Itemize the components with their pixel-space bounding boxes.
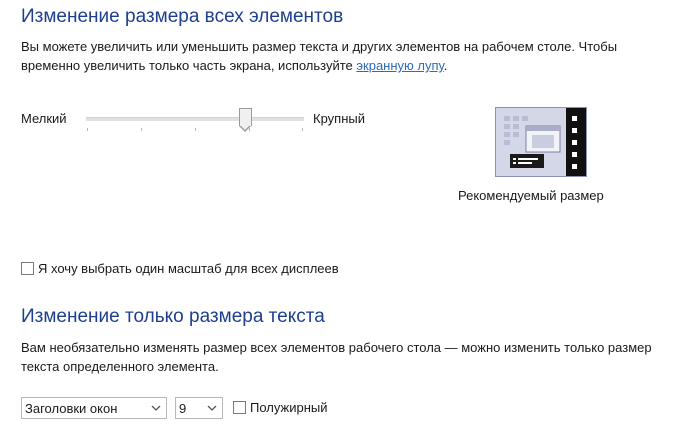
bold-option[interactable]: Полужирный — [233, 400, 328, 415]
chevron-down-icon — [207, 405, 217, 411]
all-displays-label[interactable]: Я хочу выбрать один масштаб для всех дис… — [38, 261, 339, 276]
font-size-select[interactable]: 9 — [175, 397, 223, 419]
chevron-down-icon — [151, 405, 161, 411]
recommended-size-caption: Рекомендуемый размер — [458, 188, 604, 203]
magnifier-link[interactable]: экранную лупу — [356, 58, 443, 73]
desktop-preview-icon — [496, 108, 586, 176]
bold-checkbox[interactable] — [233, 401, 246, 414]
section-title-all-elements: Изменение размера всех элементов — [21, 6, 344, 27]
element-select[interactable]: Заголовки окон — [21, 397, 167, 419]
slider-tick — [87, 128, 88, 131]
slider-thumb[interactable] — [239, 108, 252, 132]
slider-tick — [195, 128, 196, 131]
font-size-select-value: 9 — [179, 401, 187, 416]
section-description: Вы можете увеличить или уменьшить размер… — [21, 37, 671, 75]
slider-tick — [141, 128, 142, 131]
slider-tick — [302, 128, 303, 131]
slider-max-label: Крупный — [313, 111, 365, 126]
slider-track[interactable] — [86, 117, 304, 121]
bold-label[interactable]: Полужирный — [250, 400, 328, 415]
size-preview-image — [495, 107, 587, 177]
all-displays-option[interactable]: Я хочу выбрать один масштаб для всех дис… — [21, 261, 339, 276]
description-end: . — [443, 58, 448, 73]
text-only-description: Вам необязательно изменять размер всех э… — [21, 340, 652, 374]
slider-min-label: Мелкий — [21, 111, 67, 126]
size-slider[interactable] — [84, 108, 306, 134]
section-title-text-only: Изменение только размера текста — [21, 306, 325, 327]
all-displays-checkbox[interactable] — [21, 262, 34, 275]
description-text: Вы можете увеличить или уменьшить размер… — [21, 39, 618, 73]
element-select-value: Заголовки окон — [25, 401, 118, 416]
